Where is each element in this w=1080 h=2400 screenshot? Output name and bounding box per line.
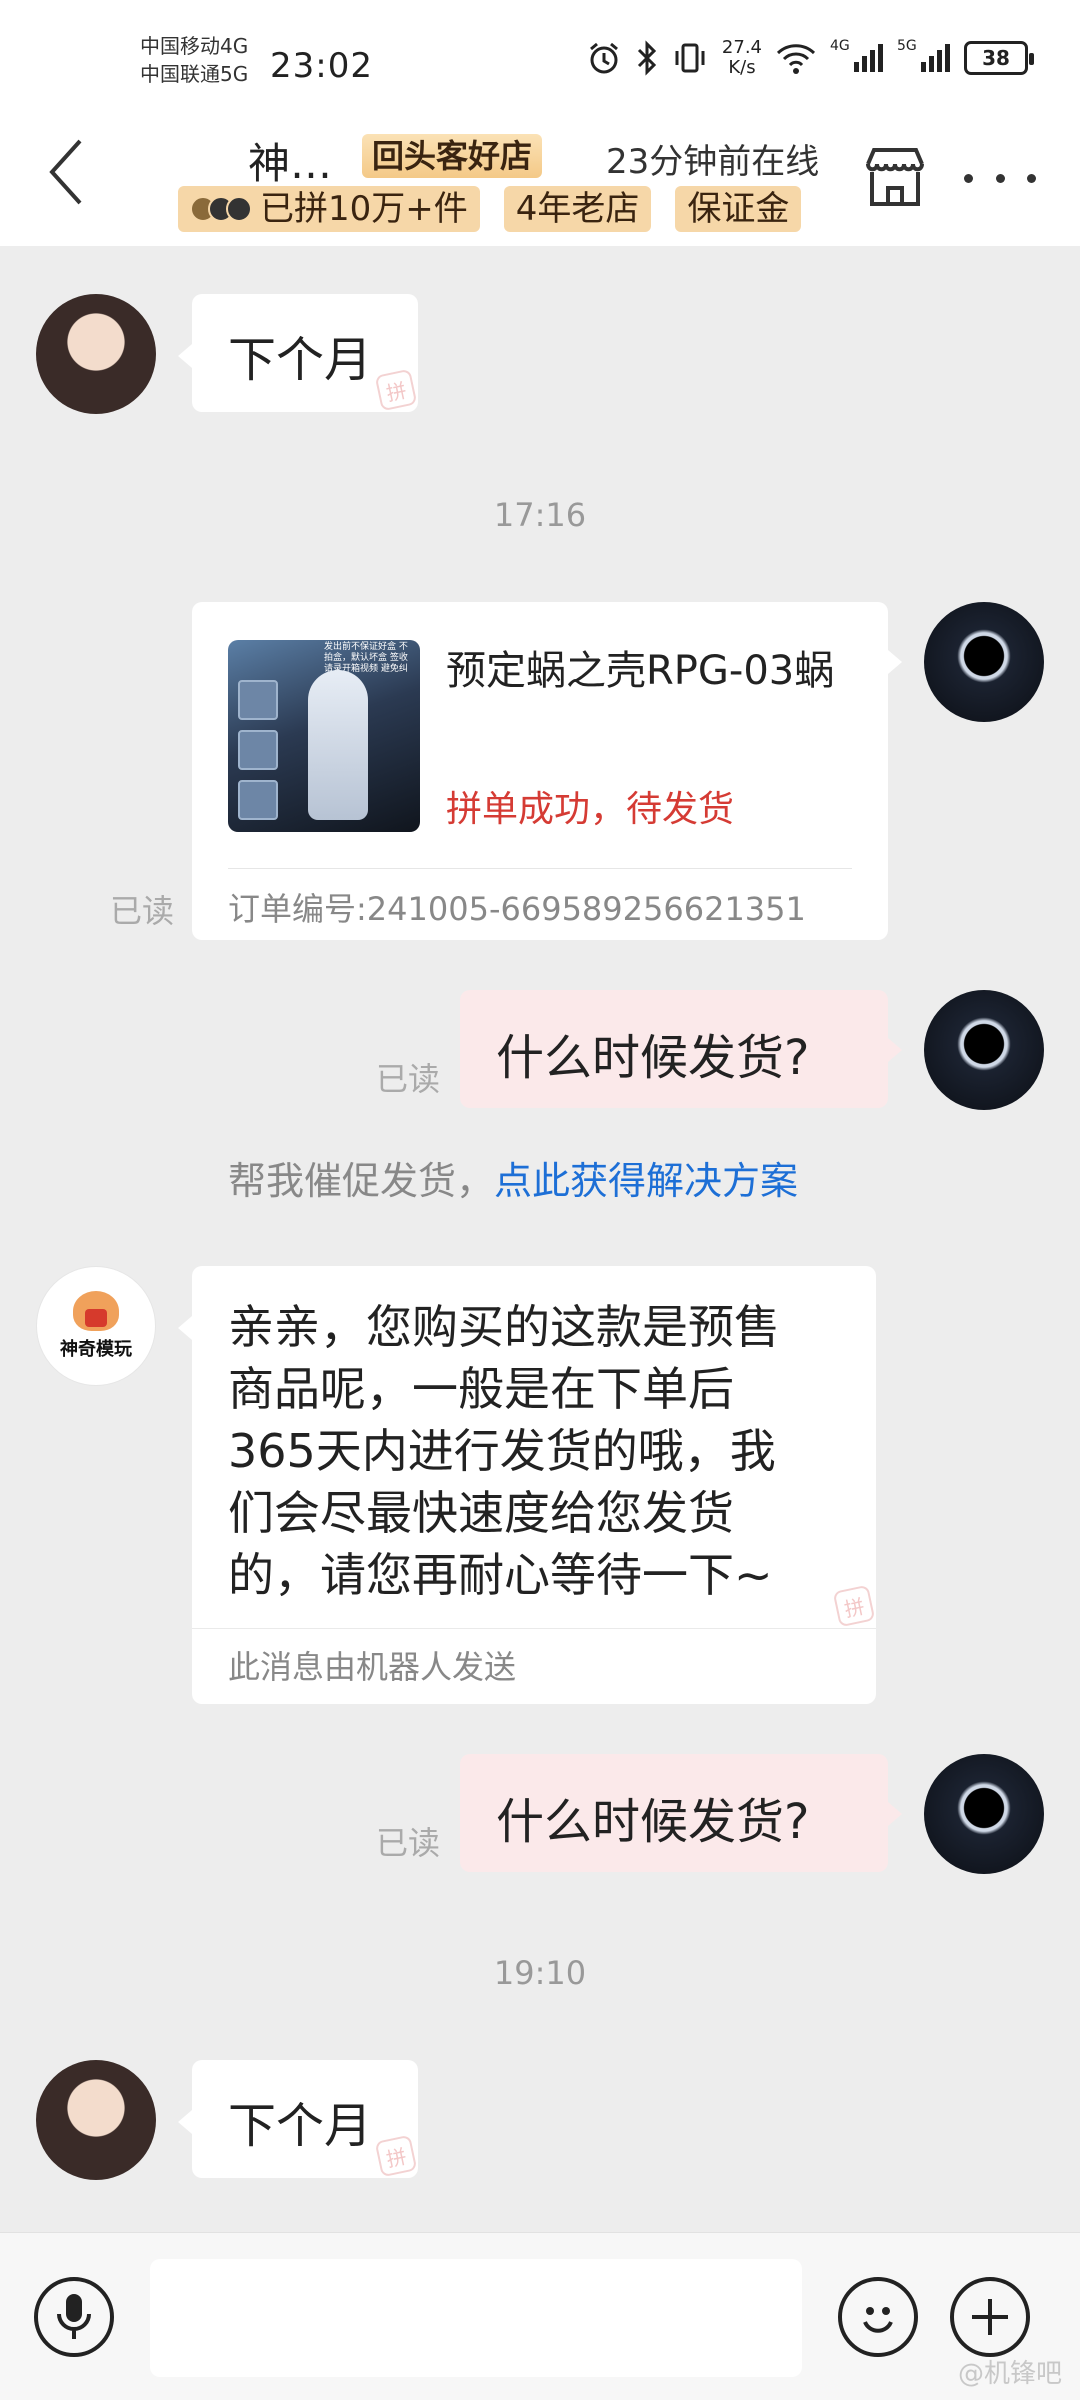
message-bubble[interactable]: 下个月 拼 [178, 294, 418, 412]
product-image: 发出前不保证好盒 不拍盒，默认坏盒 签收请录开箱视频 避免纠纷 [228, 640, 420, 832]
shop-name[interactable]: 神… [248, 130, 332, 191]
online-status: 23分钟前在线 [606, 142, 820, 182]
bot-line: 365天内进行发货的哦，我 [228, 1424, 776, 1478]
shop-badges: 已拼10万+件 4年老店 保证金 [178, 186, 802, 232]
signal-1-label: 4G [830, 38, 850, 54]
pdd-watermark-icon: 拼 [374, 368, 418, 412]
user-avatar[interactable] [924, 990, 1044, 1110]
bot-divider [192, 1628, 876, 1629]
more-button[interactable] [960, 148, 1040, 208]
chat-header: 神… 回头客好店 23分钟前在线 已拼10万+件 4年老店 保证金 [0, 120, 1080, 246]
emoji-icon [863, 2307, 893, 2333]
message-text: 什么时候发货? [496, 1794, 810, 1850]
back-icon [49, 139, 82, 205]
timestamp: 17:16 [493, 496, 587, 534]
buyer-avatars [190, 196, 252, 222]
battery-indicator: 38 [964, 41, 1034, 75]
sales-badge-label: 已拼10万+件 [260, 189, 468, 229]
order-card[interactable]: 发出前不保证好盒 不拍盒，默认坏盒 签收请录开箱视频 避免纠纷 预定蜗之壳RPG… [192, 602, 902, 940]
battery-level: 38 [982, 46, 1010, 70]
signal-icon: 4G [830, 38, 883, 72]
carrier-2: 中国联通5G [140, 62, 249, 86]
vibrate-icon [675, 43, 705, 73]
card-divider [228, 868, 852, 869]
message-text: 什么时候发货? [496, 1030, 810, 1086]
bot-note: 此消息由机器人发送 [228, 1648, 517, 1686]
deposit-badge: 保证金 [675, 186, 802, 232]
status-icons: 27.4 K/s 4G 5G 38 [586, 38, 1034, 78]
message-text: 下个月 [228, 332, 373, 388]
message-text: 下个月 [228, 2098, 373, 2154]
status-bar: 中国移动4G 中国联通5G 23:02 27.4 K/s 4G 5G 38 [0, 0, 1080, 120]
read-receipt: 已读 [110, 892, 175, 930]
input-bar: @机锋吧 [0, 2232, 1080, 2400]
seller-avatar[interactable] [36, 2060, 156, 2180]
net-speed: 27.4 K/s [722, 38, 762, 78]
bot-message-bubble[interactable]: 亲亲，您购买的这款是预售 商品呢，一般是在下单后 365天内进行发货的哦，我 们… [178, 1266, 876, 1704]
bot-line: 亲亲，您购买的这款是预售 [228, 1300, 780, 1354]
carrier-1: 中国移动4G [140, 34, 249, 58]
back-button[interactable] [36, 132, 96, 212]
bot-line: 们会尽最快速度给您发货 [228, 1486, 734, 1540]
sales-badge: 已拼10万+件 [178, 186, 480, 232]
emoji-button[interactable] [838, 2277, 918, 2357]
order-status: 拼单成功，待发货 [446, 789, 735, 830]
more-icon [964, 173, 973, 183]
add-button[interactable] [950, 2277, 1030, 2357]
timestamp: 19:10 [493, 1954, 587, 1992]
message-bubble[interactable]: 下个月 拼 [178, 2060, 418, 2178]
voice-button[interactable] [34, 2277, 114, 2357]
message-bubble[interactable]: 什么时候发货? [460, 990, 902, 1108]
user-avatar[interactable] [924, 602, 1044, 722]
shop-logo-icon [73, 1291, 119, 1331]
user-avatar[interactable] [924, 1754, 1044, 1874]
shop-age-badge: 4年老店 [503, 186, 652, 232]
solution-link[interactable]: 点此获得解决方案 [494, 1159, 798, 1203]
signal-icon: 5G [897, 38, 950, 72]
read-receipt: 已读 [376, 1060, 441, 1098]
message-bubble[interactable]: 什么时候发货? [460, 1754, 902, 1872]
store-icon [866, 148, 924, 206]
message-input[interactable] [150, 2259, 802, 2377]
bluetooth-icon [637, 40, 657, 76]
wifi-icon [776, 44, 816, 74]
microphone-icon [57, 2294, 91, 2339]
product-title: 预定蜗之壳RPG-03蜗 [446, 648, 835, 694]
seller-avatar[interactable] [36, 294, 156, 414]
bot-message-text: 亲亲，您购买的这款是预售 商品呢，一般是在下单后 365天内进行发货的哦，我 们… [228, 1296, 780, 1606]
watermark: @机锋吧 [957, 2359, 1062, 2389]
pdd-watermark-icon: 拼 [374, 2134, 418, 2178]
alarm-icon [589, 42, 618, 74]
bot-line: 的，请您再耐心等待一下~ [228, 1548, 773, 1602]
hint-text: 帮我催促发货， [228, 1159, 495, 1203]
read-receipt: 已读 [376, 1824, 441, 1862]
bot-line: 商品呢，一般是在下单后 [228, 1362, 734, 1416]
plus-icon [972, 2299, 1008, 2335]
pdd-watermark-icon: 拼 [832, 1584, 876, 1628]
signal-2-label: 5G [897, 38, 917, 54]
order-number: 订单编号:241005-669589256621351 [228, 890, 806, 928]
store-button[interactable] [860, 142, 930, 212]
shop-avatar-label: 神奇模玩 [60, 1339, 132, 1360]
carrier-info: 中国移动4G 中国联通5G [140, 32, 248, 88]
repeat-customer-badge: 回头客好店 [362, 134, 543, 178]
status-time: 23:02 [270, 46, 373, 86]
net-speed-value: 27.4 [721, 37, 762, 58]
shop-avatar[interactable]: 神奇模玩 [36, 1266, 156, 1386]
net-speed-unit: K/s [728, 57, 756, 78]
urge-shipping-hint: 帮我催促发货，点此获得解决方案 [228, 1150, 798, 1205]
